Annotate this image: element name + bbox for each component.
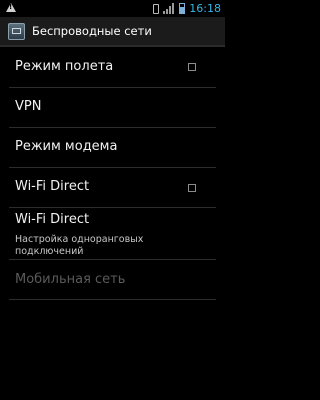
action-bar: Беспроводные сети [0, 17, 225, 47]
page-title: Беспроводные сети [32, 24, 152, 38]
clock: 16:18 [189, 2, 221, 15]
status-left [6, 3, 16, 12]
settings-app-icon[interactable] [8, 22, 25, 40]
status-bar: 16:18 [0, 0, 225, 17]
list-item-airplane-mode[interactable]: Режим полета [0, 47, 225, 88]
list-item-vpn[interactable]: VPN [0, 88, 225, 128]
settings-list: Режим полета VPN Режим модема Wi-Fi Dire… [0, 47, 225, 300]
list-item-wifi-direct-settings[interactable]: Wi-Fi Direct Настройка одноранговых подк… [0, 208, 225, 260]
sim-card-icon [153, 3, 160, 14]
wifi-direct-checkbox[interactable] [188, 184, 196, 192]
warning-icon [6, 3, 16, 12]
battery-icon [179, 3, 186, 14]
list-item-wifi-direct-toggle[interactable]: Wi-Fi Direct [0, 168, 225, 208]
list-item-label: Wi-Fi Direct [15, 179, 90, 194]
list-item-label: Wi-Fi Direct [15, 212, 90, 227]
list-item-label: VPN [15, 99, 42, 114]
list-item-summary: Настройка одноранговых подключений [15, 234, 144, 257]
divider [9, 299, 216, 300]
status-right: 16:18 [153, 2, 221, 15]
list-item-label: Режим полета [15, 59, 114, 74]
list-item-label: Режим модема [15, 139, 118, 154]
list-item-label: Мобильная сеть [15, 272, 126, 287]
airplane-mode-checkbox[interactable] [188, 63, 196, 71]
signal-icon [163, 3, 175, 14]
list-item-mobile-network: Мобильная сеть [0, 260, 225, 300]
list-item-tethering[interactable]: Режим модема [0, 128, 225, 168]
